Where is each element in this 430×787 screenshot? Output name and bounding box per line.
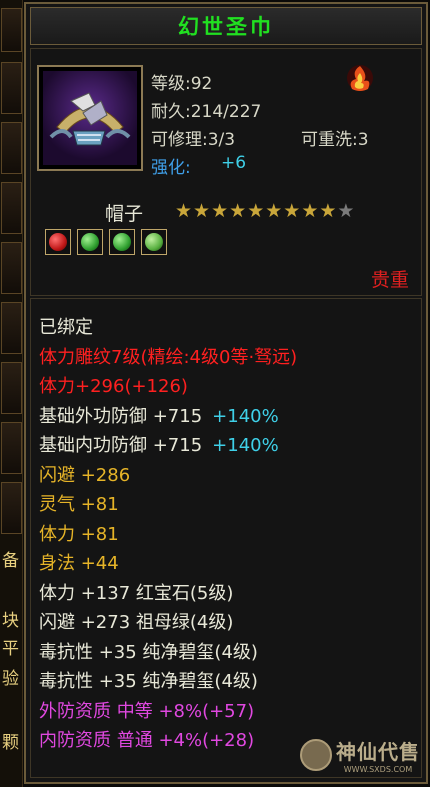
left-side-panel: 备 块 平 验 颗 xyxy=(0,0,23,787)
stat-text: 基础外功防御 +715 xyxy=(39,405,203,427)
side-label: 颗 xyxy=(2,733,19,753)
stat-text: 身法 +44 xyxy=(39,553,119,574)
filled-star-icon: ★ xyxy=(265,200,283,222)
enhance-label: 强化: xyxy=(151,158,191,178)
gem-sockets xyxy=(45,229,167,255)
gem-socket[interactable] xyxy=(109,229,135,255)
side-slot[interactable] xyxy=(1,482,22,534)
stat-line: 体力+296(+126) xyxy=(39,372,198,398)
stat-text: 内防资质 普通 +4%(+28) xyxy=(39,730,255,751)
stat-text: 体力 +137 红宝石(5级) xyxy=(39,582,234,604)
filled-star-icon: ★ xyxy=(247,200,265,222)
item-icon-frame xyxy=(37,65,143,171)
stat-line: 闪避 +286 xyxy=(39,461,140,487)
item-durability: 耐久:214/227 xyxy=(151,102,262,122)
filled-star-icon: ★ xyxy=(193,200,211,222)
stat-line: 已绑定 xyxy=(39,313,103,339)
stat-text: 毒抗性 +35 纯净碧玺(4级) xyxy=(39,641,258,663)
side-slot[interactable] xyxy=(1,122,22,174)
headband-item-icon xyxy=(43,71,137,165)
filled-star-icon: ★ xyxy=(211,200,229,222)
gem-socket[interactable] xyxy=(141,229,167,255)
stat-line: 体力 +137 红宝石(5级) xyxy=(39,579,243,605)
side-label: 备 xyxy=(2,551,19,571)
stat-text: 已绑定 xyxy=(39,317,93,338)
side-slot[interactable] xyxy=(1,8,22,52)
watermark: 神仙代售 WWW.SXDS.COM xyxy=(300,736,420,774)
filled-star-icon: ★ xyxy=(229,200,247,222)
side-label: 平 xyxy=(2,639,19,659)
stat-text: 基础内功防御 +715 xyxy=(39,435,203,456)
item-level: 等级:92 xyxy=(151,74,213,94)
stat-text: 外防资质 中等 +8%(+57) xyxy=(39,700,255,722)
stat-text: 闪避 +286 xyxy=(39,464,131,486)
item-type: 帽子 xyxy=(105,203,144,225)
item-tooltip: 幻世圣巾 等级:92 耐久:214/227 可修理:3/3 可重洗:3 强化: xyxy=(24,2,428,784)
item-stats: 已绑定体力雕纹7级(精绘:4级0等·驽远) 体力+296(+126) 基础外功防御 … xyxy=(30,298,422,778)
watermark-url: WWW.SXDS.COM xyxy=(343,765,413,774)
red-gem-icon xyxy=(49,233,67,251)
item-quality: 贵重 xyxy=(370,269,409,291)
stat-line: 体力雕纹7级(精绘:4级0等·驽远) xyxy=(39,343,307,369)
item-repair: 可修理:3/3 xyxy=(151,130,236,150)
side-slot[interactable] xyxy=(1,62,22,114)
gem-socket[interactable] xyxy=(45,229,71,255)
side-label: 块 xyxy=(2,611,19,631)
green-gem-icon xyxy=(81,233,99,251)
star-rating: ★ ★ ★ ★ ★ ★ ★ ★ ★ ★ xyxy=(175,201,354,221)
stat-text: +140% xyxy=(212,405,279,427)
filled-star-icon: ★ xyxy=(175,200,193,222)
stat-text: 毒抗性 +35 纯净碧玺(4级) xyxy=(39,671,258,692)
stat-text: 灵气 +81 xyxy=(39,494,119,515)
side-label: 验 xyxy=(2,669,19,689)
watermark-text: 神仙代售 xyxy=(336,740,420,764)
stat-line: 基础内功防御 +715 +140% xyxy=(39,431,289,457)
stat-text: 体力+296(+126) xyxy=(39,376,188,397)
title-bar: 幻世圣巾 xyxy=(30,7,422,45)
side-slot[interactable] xyxy=(1,422,22,474)
watermark-logo-icon xyxy=(300,739,332,771)
filled-star-icon: ★ xyxy=(319,200,337,222)
side-slot[interactable] xyxy=(1,362,22,414)
stat-text: 体力 +81 xyxy=(39,523,119,545)
stat-line: 体力 +81 xyxy=(39,520,129,546)
side-slot[interactable] xyxy=(1,242,22,294)
stat-line: 毒抗性 +35 纯净碧玺(4级) xyxy=(39,667,268,693)
stat-line: 毒抗性 +35 纯净碧玺(4级) xyxy=(39,638,268,664)
stat-line: 内防资质 普通 +4%(+28) xyxy=(39,726,264,752)
side-slot[interactable] xyxy=(1,182,22,234)
green-gem-icon xyxy=(113,233,131,251)
stat-text: 体力雕纹7级(精绘:4级0等·驽远) xyxy=(39,346,298,368)
side-slot[interactable] xyxy=(1,302,22,354)
item-name: 幻世圣巾 xyxy=(178,15,274,39)
item-rewash: 可重洗:3 xyxy=(301,130,369,150)
stat-line: 灵气 +81 xyxy=(39,490,129,516)
filled-star-icon: ★ xyxy=(301,200,319,222)
filled-star-icon: ★ xyxy=(283,200,301,222)
fire-element-icon xyxy=(344,63,376,93)
gem-socket[interactable] xyxy=(77,229,103,255)
item-summary: 等级:92 耐久:214/227 可修理:3/3 可重洗:3 强化: +6 帽子… xyxy=(30,48,422,296)
stat-line: 外防资质 中等 +8%(+57) xyxy=(39,697,264,723)
stat-line: 身法 +44 xyxy=(39,549,129,575)
stat-text: +140% xyxy=(212,435,279,456)
green-gem-icon xyxy=(145,233,163,251)
stat-line: 基础外功防御 +715 +140% xyxy=(39,402,289,428)
empty-star-icon: ★ xyxy=(337,200,355,222)
stat-text: 闪避 +273 祖母绿(4级) xyxy=(39,612,234,633)
enhance-value: +6 xyxy=(221,153,247,173)
stat-line: 闪避 +273 祖母绿(4级) xyxy=(39,608,243,634)
